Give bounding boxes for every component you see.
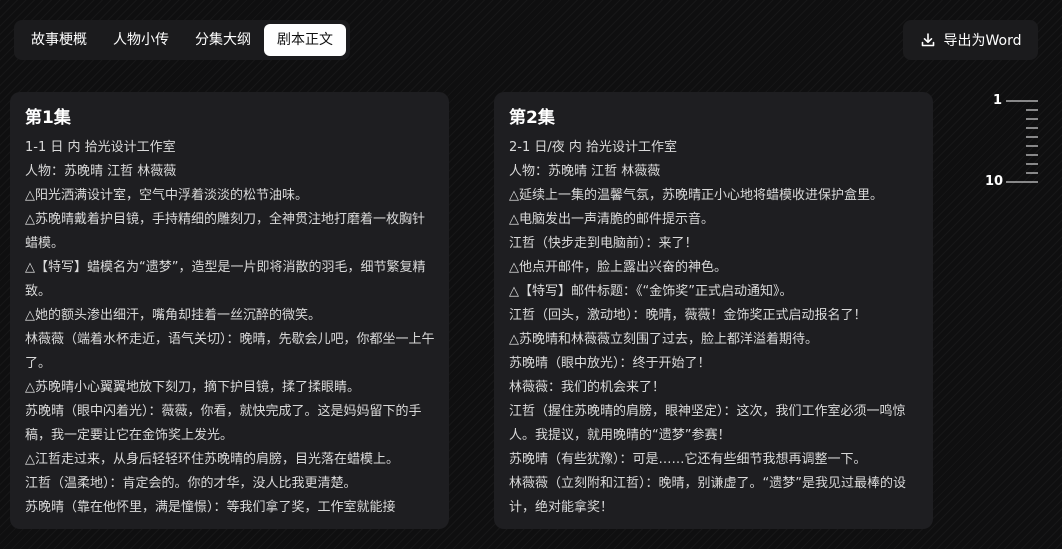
episode-navigator[interactable]: 1 10 [984,92,1040,192]
script-line: 人物：苏晚晴 江哲 林薇薇 [25,164,177,179]
script-line: 2-1 日/夜 内 拾光设计工作室 [509,140,678,155]
script-line: △【特写】蜡模名为“遗梦”，造型是一片即将消散的羽毛，细节繁复精致。 [25,260,426,299]
script-line: △阳光洒满设计室，空气中浮着淡淡的松节油味。 [25,188,308,203]
tab-character-bios[interactable]: 人物小传 [100,24,182,56]
episode-script-body: 2-1 日/夜 内 拾光设计工作室 人物：苏晚晴 江哲 林薇薇 △延续上一集的温… [509,136,919,520]
script-line: △她的额头渗出细汗，嘴角却挂着一丝沉醉的微笑。 [25,308,321,323]
script-line: △延续上一集的温馨气氛，苏晚晴正小心地将蜡模收进保护盒里。 [509,188,883,203]
download-icon [920,32,936,48]
script-line: 苏晚晴（眼中放光）：终于开始了！ [509,356,711,371]
script-line: 林薇薇（端着水杯走近，语气关切）：晚晴，先歇会儿吧，你都坐一上午了。 [25,332,435,371]
episode-card-1: 第1集 1-1 日 内 拾光设计工作室 人物：苏晚晴 江哲 林薇薇 △阳光洒满设… [10,92,449,529]
script-line: △【特写】邮件标题：《“金饰奖”正式启动通知》。 [509,284,793,299]
script-line: 江哲（回头，激动地）：晚晴，薇薇！金饰奖正式启动报名了！ [509,308,867,323]
script-line: △苏晚晴戴着护目镜，手持精细的雕刻刀，全神贯注地打磨着一枚胸针蜡模。 [25,212,425,251]
episode-script-body: 1-1 日 内 拾光设计工作室 人物：苏晚晴 江哲 林薇薇 △阳光洒满设计室，空… [25,136,435,520]
script-line: 林薇薇（立刻附和江哲）：晚晴，别谦虚了。“遗梦”是我见过最棒的设计，绝对能拿奖！ [509,476,906,515]
episode-card-2: 第2集 2-1 日/夜 内 拾光设计工作室 人物：苏晚晴 江哲 林薇薇 △延续上… [494,92,933,529]
episode-title: 第1集 [25,108,71,128]
script-line: 苏晚晴（眼中闪着光）：薇薇，你看，就快完成了。这是妈妈留下的手稿，我一定要让它在… [25,404,422,443]
tab-story-synopsis[interactable]: 故事梗概 [18,24,100,56]
episode-title: 第2集 [509,108,555,128]
script-line: 江哲（快步走到电脑前）：来了！ [509,236,698,251]
navigator-ticks [1006,100,1038,183]
tab-episode-outline[interactable]: 分集大纲 [182,24,264,56]
export-word-button[interactable]: 导出为Word [903,20,1038,60]
script-line: △电脑发出一声清脆的邮件提示音。 [509,212,714,227]
tab-bar: 故事梗概 人物小传 分集大纲 剧本正文 [14,20,350,60]
script-line: △江哲走过来，从身后轻轻环住苏晚晴的肩膀，目光落在蜡模上。 [25,452,399,467]
export-word-label: 导出为Word [943,33,1022,49]
script-line: 江哲（温柔地）：肯定会的。你的才华，没人比我更清楚。 [25,476,357,491]
script-line: 林薇薇：我们的机会来了！ [509,380,666,395]
tab-script-text[interactable]: 剧本正文 [264,24,346,56]
script-line: 人物：苏晚晴 江哲 林薇薇 [509,164,661,179]
script-line: 江哲（握住苏晚晴的肩膀，眼神坚定）：这次，我们工作室必须一鸣惊人。我提议，就用晚… [509,404,906,443]
script-line: △苏晚晴小心翼翼地放下刻刀，摘下护目镜，揉了揉眼睛。 [25,380,360,395]
script-line: 苏晚晴（有些犹豫）：可是……它还有些细节我想再调整一下。 [509,452,867,467]
script-line: 苏晚晴（靠在他怀里，满是憧憬）：等我们拿了奖，工作室就能接 [25,500,396,515]
script-line: △苏晚晴和林薇薇立刻围了过去，脸上都洋溢着期待。 [509,332,818,347]
script-line: △他点开邮件，脸上露出兴奋的神色。 [509,260,727,275]
script-line: 1-1 日 内 拾光设计工作室 [25,140,176,155]
